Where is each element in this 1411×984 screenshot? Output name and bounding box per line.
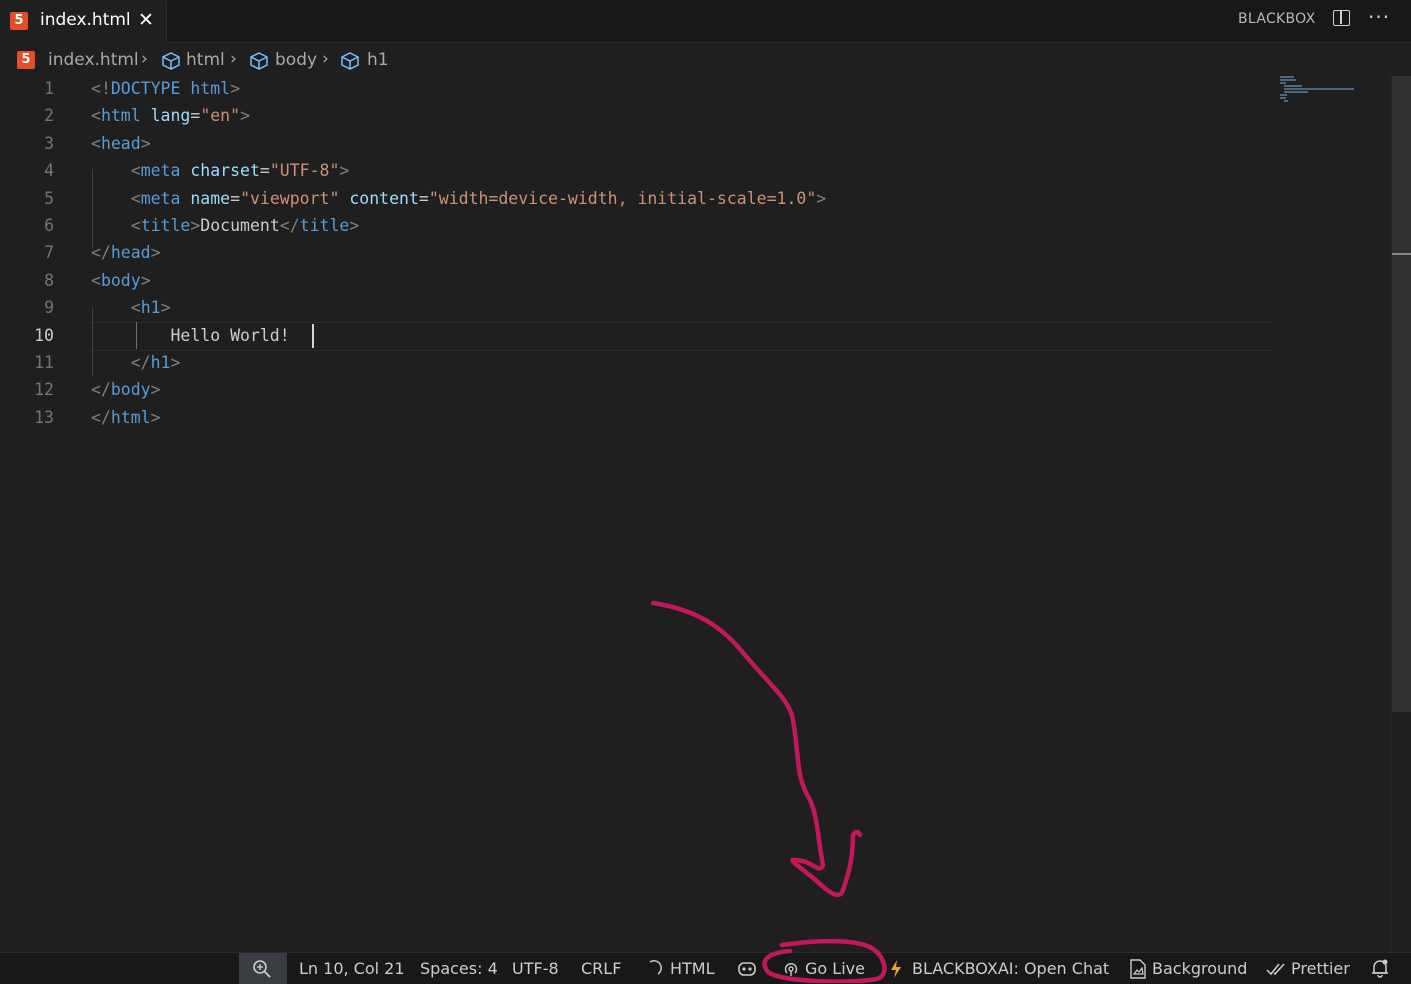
scrollbar-cursor-marker: [1392, 253, 1411, 255]
code-editor[interactable]: 1 2 3 4 5 6 7 8 9 10 11 12 13 <!DOCTYPE html> <html l…: [0, 76, 1390, 952]
image-file-icon: [1130, 959, 1146, 979]
blackbox-label[interactable]: BLACKBOX: [1238, 11, 1316, 27]
breadcrumb-file[interactable]: index.html: [48, 50, 139, 70]
text-cursor: [312, 324, 314, 348]
indent-guide: [92, 169, 93, 249]
line-number: 1: [44, 79, 54, 98]
element-cube-icon: [250, 52, 268, 70]
breadcrumb-body[interactable]: body: [275, 50, 317, 70]
element-cube-icon: [162, 52, 180, 70]
code-line[interactable]: Hello World!: [91, 326, 289, 345]
file-encoding[interactable]: UTF-8: [512, 959, 559, 978]
go-live-button[interactable]: Go Live: [805, 959, 865, 978]
zoom-button[interactable]: [239, 953, 287, 984]
line-number: 11: [34, 353, 54, 372]
lightning-icon: [891, 960, 901, 978]
code-line[interactable]: <title>Document</title>: [91, 216, 360, 235]
double-check-icon: [1266, 963, 1285, 976]
language-mode[interactable]: HTML: [670, 959, 715, 978]
tab-label: index.html: [40, 10, 131, 30]
split-editor-icon[interactable]: [1333, 10, 1350, 26]
editor-tab-index-html[interactable]: 5 index.html ✕: [0, 0, 167, 43]
chevron-right-icon: ›: [141, 49, 148, 69]
vertical-scrollbar-thumb[interactable]: [1392, 76, 1411, 712]
code-line[interactable]: <head>: [91, 134, 151, 153]
minimap[interactable]: [1278, 76, 1358, 106]
chevron-right-icon: ›: [322, 49, 329, 69]
html5-icon: 5: [17, 51, 35, 69]
code-line[interactable]: <meta charset="UTF-8">: [91, 161, 350, 180]
blackbox-open-chat[interactable]: BLACKBOXAI: Open Chat: [912, 959, 1109, 978]
code-line[interactable]: <!DOCTYPE html>: [91, 79, 240, 98]
copilot-icon[interactable]: [736, 960, 758, 978]
code-line[interactable]: </body>: [91, 380, 161, 399]
broadcast-icon: [784, 963, 798, 976]
line-number: 6: [44, 216, 54, 235]
chevron-right-icon: ›: [230, 49, 237, 69]
code-line[interactable]: <body>: [91, 271, 151, 290]
line-number: 2: [44, 106, 54, 126]
tab-bar: 5 index.html ✕ BLACKBOX ···: [0, 0, 1411, 43]
element-cube-icon: [341, 52, 359, 70]
line-number: 3: [44, 133, 54, 153]
line-number: 5: [44, 188, 54, 208]
code-line[interactable]: </h1>: [91, 353, 181, 372]
breadcrumb-html[interactable]: html: [186, 50, 225, 70]
line-number: 10: [34, 325, 54, 345]
breadcrumb: 5 index.html › html › body › h1: [0, 44, 1411, 76]
line-number: 9: [44, 298, 54, 318]
code-line[interactable]: </html>: [91, 408, 161, 427]
language-status-icon: [649, 960, 662, 975]
line-number: 12: [34, 380, 54, 400]
cursor-position[interactable]: Ln 10, Col 21: [299, 959, 405, 978]
line-number: 4: [44, 161, 54, 181]
prettier-formatter[interactable]: Prettier: [1291, 959, 1350, 978]
code-line[interactable]: <html lang="en">: [91, 106, 250, 125]
code-line[interactable]: <meta name="viewport" content="width=dev…: [91, 189, 826, 208]
code-line[interactable]: <h1>: [91, 298, 171, 317]
line-number: 8: [44, 270, 54, 290]
zoom-in-icon: [253, 960, 271, 978]
more-actions-icon[interactable]: ···: [1368, 5, 1390, 29]
indentation-setting[interactable]: Spaces: 4: [420, 959, 498, 978]
line-number: 13: [34, 407, 54, 427]
code-line[interactable]: </head>: [91, 243, 161, 262]
background-extension[interactable]: Background: [1152, 959, 1247, 978]
html5-icon: 5: [10, 12, 28, 30]
notification-bell-icon[interactable]: [1370, 958, 1390, 978]
breadcrumb-h1[interactable]: h1: [367, 50, 389, 70]
line-number: 7: [44, 243, 54, 263]
status-bar: Ln 10, Col 21 Spaces: 4 UTF-8 CRLF HTML …: [0, 952, 1411, 984]
close-icon[interactable]: ✕: [138, 9, 154, 31]
end-of-line[interactable]: CRLF: [581, 959, 621, 978]
